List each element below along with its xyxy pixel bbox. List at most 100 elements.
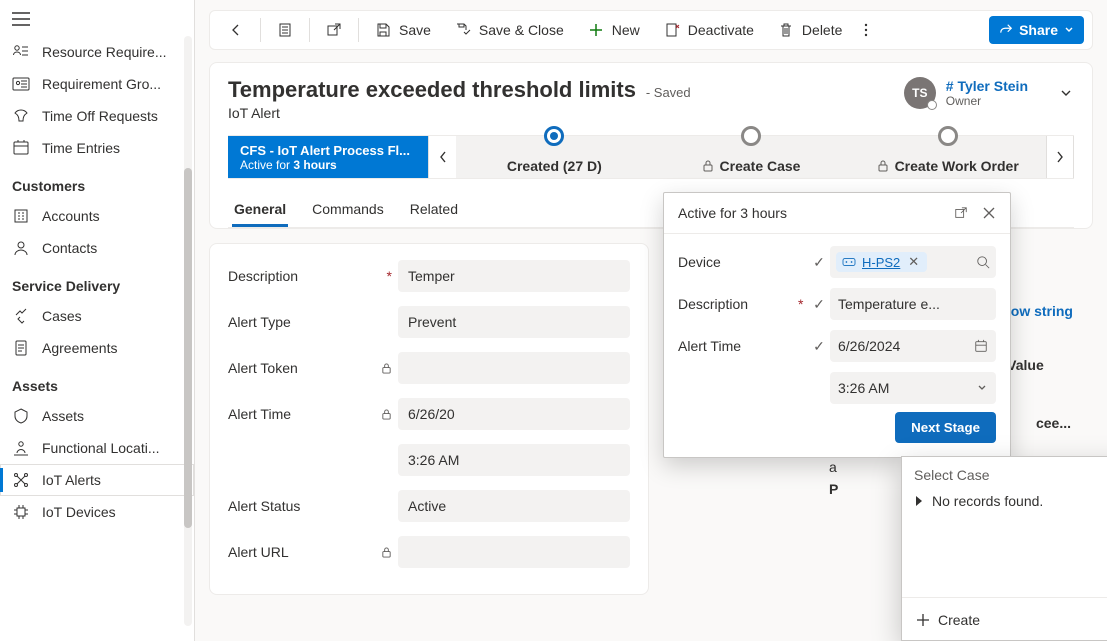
flyout-description-label: Description [678, 296, 798, 312]
flyout-close-button[interactable] [982, 206, 996, 220]
share-button[interactable]: Share [989, 16, 1084, 44]
flyout-alerttime-label: Alert Time [678, 338, 798, 354]
nav-label: Accounts [42, 208, 100, 224]
nav-label: Contacts [42, 240, 97, 256]
delete-icon [778, 22, 794, 38]
sidebar-scrollbar-track[interactable] [184, 36, 192, 626]
hamburger-icon [12, 12, 30, 26]
nav-iot-devices[interactable]: IoT Devices [0, 496, 194, 528]
flyout-time-value: 3:26 AM [838, 380, 889, 396]
alert-time-date-input [398, 398, 630, 430]
dropdown-create-label: Create [938, 612, 980, 628]
tab-related[interactable]: Related [408, 193, 460, 227]
nav-requirement-groups[interactable]: Requirement Gro... [0, 68, 194, 100]
save-icon [375, 22, 391, 38]
flyout-date-input[interactable]: 6/26/2024 [830, 330, 996, 362]
avatar-initials: TS [912, 86, 927, 100]
nav-contacts[interactable]: Contacts [0, 232, 194, 264]
sidebar-scrollbar-thumb[interactable] [184, 168, 192, 528]
new-button[interactable]: New [578, 16, 650, 44]
sidebar: Resource Require... Requirement Gro... T… [0, 0, 195, 641]
nav-time-off[interactable]: Time Off Requests [0, 100, 194, 132]
next-stage-button[interactable]: Next Stage [895, 412, 996, 443]
open-record-set-button[interactable] [267, 16, 303, 44]
device-chip-icon [842, 256, 856, 268]
bpf-prev-button[interactable] [428, 136, 456, 178]
delete-label: Delete [802, 22, 842, 38]
more-icon [864, 22, 868, 38]
owner-name-link[interactable]: # Tyler Stein [946, 78, 1028, 94]
tab-commands[interactable]: Commands [310, 193, 386, 227]
device-lookup[interactable]: H-PS2 ✕ [830, 246, 996, 278]
nav-iot-alerts[interactable]: IoT Alerts [0, 464, 194, 496]
flyout-time-input[interactable]: 3:26 AM [830, 372, 996, 404]
bpf-stage-label: Created (27 D) [507, 158, 602, 174]
new-label: New [612, 22, 640, 38]
required-icon: * [387, 268, 392, 284]
location-icon [12, 439, 30, 457]
nav-resource-requirements[interactable]: Resource Require... [0, 36, 194, 68]
alert-token-input [398, 352, 630, 384]
bpf-stage-create-case[interactable]: Create Case [653, 136, 850, 178]
bpf-stage-create-work-order[interactable]: Create Work Order [849, 136, 1046, 178]
completed-check-icon: ✓ [808, 338, 830, 355]
lock-icon [702, 160, 714, 172]
chevron-down-icon [1064, 25, 1074, 35]
nav-cases[interactable]: Cases [0, 300, 194, 332]
deactivate-button[interactable]: Deactivate [654, 16, 764, 44]
saveclose-button[interactable]: Save & Close [445, 16, 574, 44]
device-link[interactable]: H-PS2 [862, 255, 900, 270]
alert-type-input[interactable] [398, 306, 630, 338]
nav-assets[interactable]: Assets [0, 400, 194, 432]
bpf-bar: CFS - IoT Alert Process Fl... Active for… [228, 135, 1074, 179]
menu-toggle[interactable] [0, 0, 194, 36]
flyout-description-input[interactable]: Temperature e... [830, 288, 996, 320]
description-input[interactable] [398, 260, 630, 292]
nav-label: IoT Alerts [42, 472, 101, 488]
nav-label: Functional Locati... [42, 440, 160, 456]
description-label: Description [228, 268, 298, 284]
delete-button[interactable]: Delete [768, 16, 852, 44]
contacts-icon [12, 239, 30, 257]
nav-accounts[interactable]: Accounts [0, 200, 194, 232]
lock-icon [381, 547, 392, 558]
nav-label: Agreements [42, 340, 117, 356]
nav-label: Assets [42, 408, 84, 424]
presence-icon [927, 100, 937, 110]
alert-type-label: Alert Type [228, 314, 291, 330]
nav-functional-locations[interactable]: Functional Locati... [0, 432, 194, 464]
popout-button[interactable] [316, 16, 352, 44]
record-entity-name: IoT Alert [228, 105, 691, 121]
owner-avatar[interactable]: TS [904, 77, 936, 109]
bpf-next-button[interactable] [1046, 136, 1074, 178]
nav-group-customers: Customers [0, 164, 194, 200]
separator [309, 18, 310, 42]
accounts-icon [12, 207, 30, 225]
bpf-name-block[interactable]: CFS - IoT Alert Process Fl... Active for… [228, 136, 428, 178]
dropdown-create-button[interactable]: Create [916, 612, 980, 628]
alert-data-line: P [829, 481, 838, 497]
back-button[interactable] [218, 16, 254, 44]
flyout-popout-button[interactable] [954, 206, 968, 220]
share-icon [999, 23, 1013, 37]
alert-url-input [398, 536, 630, 568]
lock-icon [381, 409, 392, 420]
bpf-stage-created[interactable]: Created (27 D) [456, 136, 653, 178]
remove-device-button[interactable]: ✕ [906, 254, 921, 270]
nav-agreements[interactable]: Agreements [0, 332, 194, 364]
assets-icon [12, 407, 30, 425]
tab-general[interactable]: General [232, 193, 288, 227]
flyout-title: Active for 3 hours [678, 205, 787, 221]
separator [260, 18, 261, 42]
flyout-description-value: Temperature e... [838, 296, 940, 312]
save-button[interactable]: Save [365, 16, 441, 44]
completed-check-icon: ✓ [808, 296, 830, 313]
lookup-search-button[interactable] [976, 255, 990, 269]
alert-status-input[interactable] [398, 490, 630, 522]
required-icon: * [798, 296, 808, 312]
header-expand-button[interactable] [1058, 85, 1074, 101]
overflow-button[interactable] [856, 16, 876, 44]
nav-time-entries[interactable]: Time Entries [0, 132, 194, 164]
alert-token-label: Alert Token [228, 360, 298, 376]
lock-icon [381, 363, 392, 374]
